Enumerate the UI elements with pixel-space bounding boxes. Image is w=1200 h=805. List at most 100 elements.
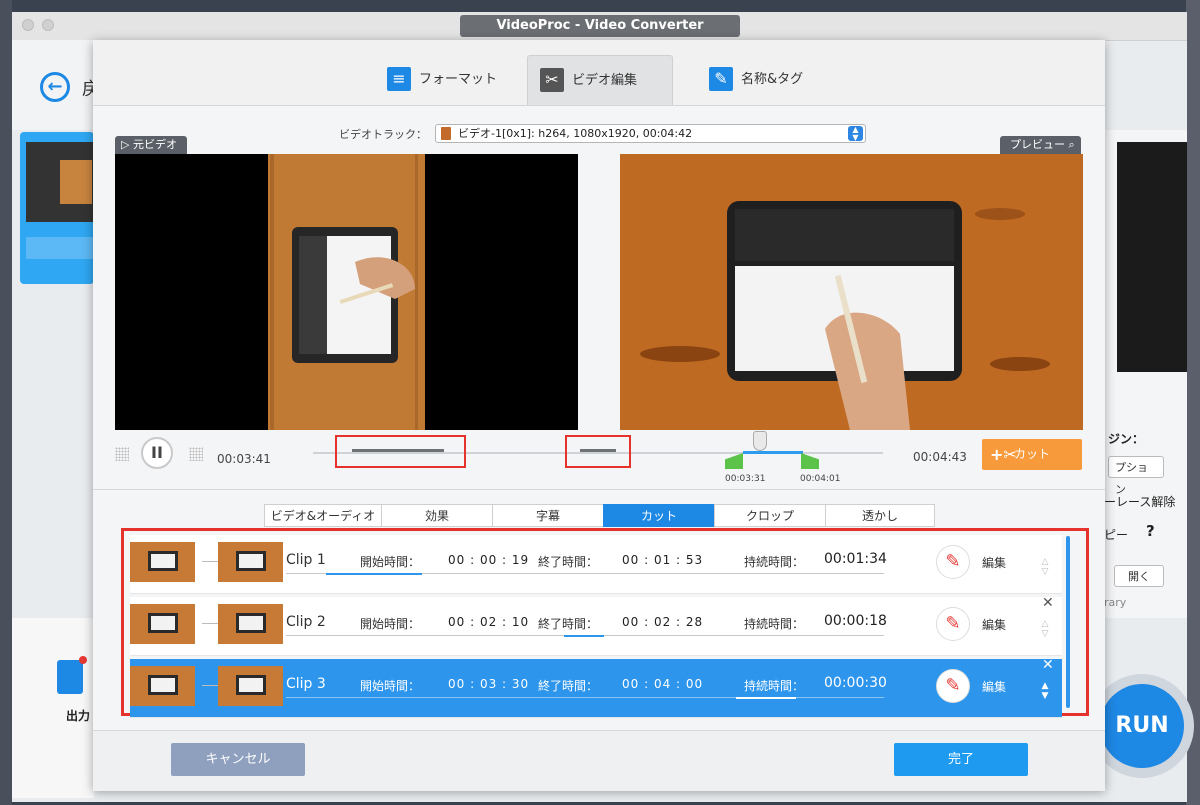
playhead-handle[interactable] — [753, 431, 767, 451]
section-divider — [93, 489, 1105, 490]
window-minimize-button[interactable] — [42, 19, 54, 31]
open-button[interactable]: 開く — [1114, 565, 1164, 587]
duration-value: 00:00:30 — [824, 675, 887, 691]
tab-name-tag[interactable]: ✎ 名称&タグ — [697, 55, 837, 105]
subtab-subtitles[interactable]: 字幕 — [492, 504, 604, 527]
video-list-item[interactable] — [20, 132, 94, 284]
right-preview-area — [1117, 142, 1187, 372]
highlight-box-segment-2 — [565, 435, 631, 468]
clip-name: Clip 3 — [286, 676, 326, 692]
output-label: 出力 — [66, 709, 91, 723]
duration-label: 持続時間： — [744, 679, 805, 693]
clip-end-thumbnail — [218, 604, 283, 644]
video-item-bar — [26, 237, 94, 259]
subtab-cut[interactable]: カット — [603, 504, 715, 527]
subtab-effects[interactable]: 効果 — [381, 504, 493, 527]
clip-row-3[interactable]: Clip 3 開始時間： 00 : 03 : 30 終了時間： 00 : 04 … — [130, 657, 1062, 718]
end-time-label: 終了時間： — [538, 617, 599, 631]
duration-value: 00:00:18 — [824, 613, 887, 629]
video-track-icon — [441, 127, 451, 140]
grip-left-icon — [115, 447, 129, 461]
cut-button[interactable]: +✂ カット — [982, 439, 1082, 470]
duration-label: 持続時間： — [744, 555, 805, 569]
preview-video-frame — [620, 154, 1083, 430]
end-time: 00:04:43 — [913, 450, 967, 464]
tab-video-edit-label: ビデオ編集 — [572, 73, 638, 88]
edit-label[interactable]: 編集 — [982, 616, 1006, 633]
cancel-button[interactable]: キャンセル — [171, 743, 305, 776]
end-time-value[interactable]: 00 : 04 : 00 — [622, 677, 703, 691]
tab-format[interactable]: ≡ フォーマット — [375, 55, 515, 105]
video-track-select[interactable]: ビデオ-1[0x1]: h264, 1080x1920, 00:04:42 ▲ ▼ — [435, 124, 866, 143]
engine-label: ジン： — [1108, 432, 1145, 446]
clip-end-thumbnail — [218, 542, 283, 582]
source-video-label: ▷ 元ビデオ — [115, 136, 187, 154]
end-time-value[interactable]: 00 : 01 : 53 — [622, 553, 703, 567]
reorder-arrows-icon[interactable]: △ ▽ — [1038, 557, 1052, 577]
range-start-time: 00:03:31 — [725, 474, 766, 484]
video-edit-dialog: ≡ フォーマット ✂ ビデオ編集 ✎ 名称&タグ ビデオトラック： ビデオ-1[… — [93, 40, 1105, 791]
clip-start-thumbnail — [130, 542, 195, 582]
subtab-watermark[interactable]: 透かし — [825, 504, 935, 527]
video-thumbnail-frame — [60, 160, 92, 204]
edit-label[interactable]: 編集 — [982, 554, 1006, 571]
window-close-button[interactable] — [22, 19, 34, 31]
duration-label: 持続時間： — [744, 617, 805, 631]
start-time-value[interactable]: 00 : 03 : 30 — [448, 677, 529, 691]
highlight-box-segment-1 — [335, 435, 466, 468]
preview-label-text: プレビュー — [1010, 138, 1065, 151]
scissors-icon: +✂ — [990, 445, 1017, 464]
source-video-label-text: 元ビデオ — [132, 138, 177, 151]
end-time-label: 終了時間： — [538, 679, 599, 693]
edit-label[interactable]: 編集 — [982, 678, 1006, 695]
output-icon[interactable] — [57, 656, 87, 694]
start-time-value[interactable]: 00 : 02 : 10 — [448, 615, 529, 629]
back-arrow-icon[interactable]: ← — [40, 72, 70, 102]
copy-label: ピー — [1104, 528, 1129, 542]
library-text: rary — [1104, 596, 1127, 609]
thumbnail-connector — [202, 623, 218, 624]
pause-icon[interactable]: II — [141, 437, 173, 469]
name-tag-icon: ✎ — [709, 67, 733, 91]
thumbnail-connector — [202, 561, 218, 562]
edit-pencil-icon[interactable]: ✎ — [936, 545, 970, 579]
clip-start-thumbnail — [130, 604, 195, 644]
end-time-value[interactable]: 00 : 02 : 28 — [622, 615, 703, 629]
run-button[interactable]: RUN — [1100, 684, 1184, 768]
clip-name: Clip 1 — [286, 552, 326, 568]
source-video-view — [115, 154, 578, 430]
duration-value: 00:01:34 — [824, 551, 887, 567]
help-icon[interactable]: ? — [1146, 522, 1155, 540]
edit-pencil-icon[interactable]: ✎ — [936, 669, 970, 703]
clip-list-scrollbar[interactable] — [1066, 536, 1070, 708]
end-time-underline — [564, 635, 604, 637]
clip-start-thumbnail — [130, 666, 195, 706]
desktop-background-left — [0, 0, 12, 805]
done-button[interactable]: 完了 — [894, 743, 1028, 776]
reorder-arrows-icon[interactable]: △ ▽ — [1038, 619, 1052, 639]
reorder-arrows-icon[interactable]: ▲ ▼ — [1038, 681, 1052, 701]
preview-video-view — [620, 154, 1083, 430]
title-bar: VideoProc - Video Converter — [12, 12, 1187, 41]
option-button[interactable]: プション — [1108, 456, 1164, 496]
video-edit-icon: ✂ — [540, 68, 564, 92]
preview-label[interactable]: プレビュー ⌕ — [1000, 136, 1081, 154]
range-end-time: 00:04:01 — [800, 474, 841, 484]
cut-button-label: カット — [1014, 447, 1051, 461]
clip-row-1[interactable]: Clip 1 開始時間： 00 : 00 : 19 終了時間： 00 : 01 … — [130, 535, 1062, 594]
clip-name: Clip 2 — [286, 614, 326, 630]
close-icon[interactable]: ✕ — [1042, 595, 1054, 611]
start-time-value[interactable]: 00 : 00 : 19 — [448, 553, 529, 567]
subtab-video-audio[interactable]: ビデオ&オーディオ — [264, 504, 382, 527]
clip-end-thumbnail — [218, 666, 283, 706]
edit-pencil-icon[interactable]: ✎ — [936, 607, 970, 641]
clip-row-2[interactable]: Clip 2 開始時間： 00 : 02 : 10 終了時間： 00 : 02 … — [130, 595, 1062, 656]
source-video-frame — [115, 154, 578, 430]
current-time: 00:03:41 — [217, 452, 271, 466]
tab-video-edit[interactable]: ✂ ビデオ編集 — [527, 55, 673, 105]
clip-list: Clip 1 開始時間： 00 : 00 : 19 終了時間： 00 : 01 … — [121, 528, 1089, 718]
close-icon[interactable]: ✕ — [1042, 657, 1054, 673]
start-time-label: 開始時間： — [360, 679, 421, 693]
subtab-crop[interactable]: クロップ — [714, 504, 826, 527]
deinterlace-label: ーレース解除 — [1104, 495, 1176, 509]
